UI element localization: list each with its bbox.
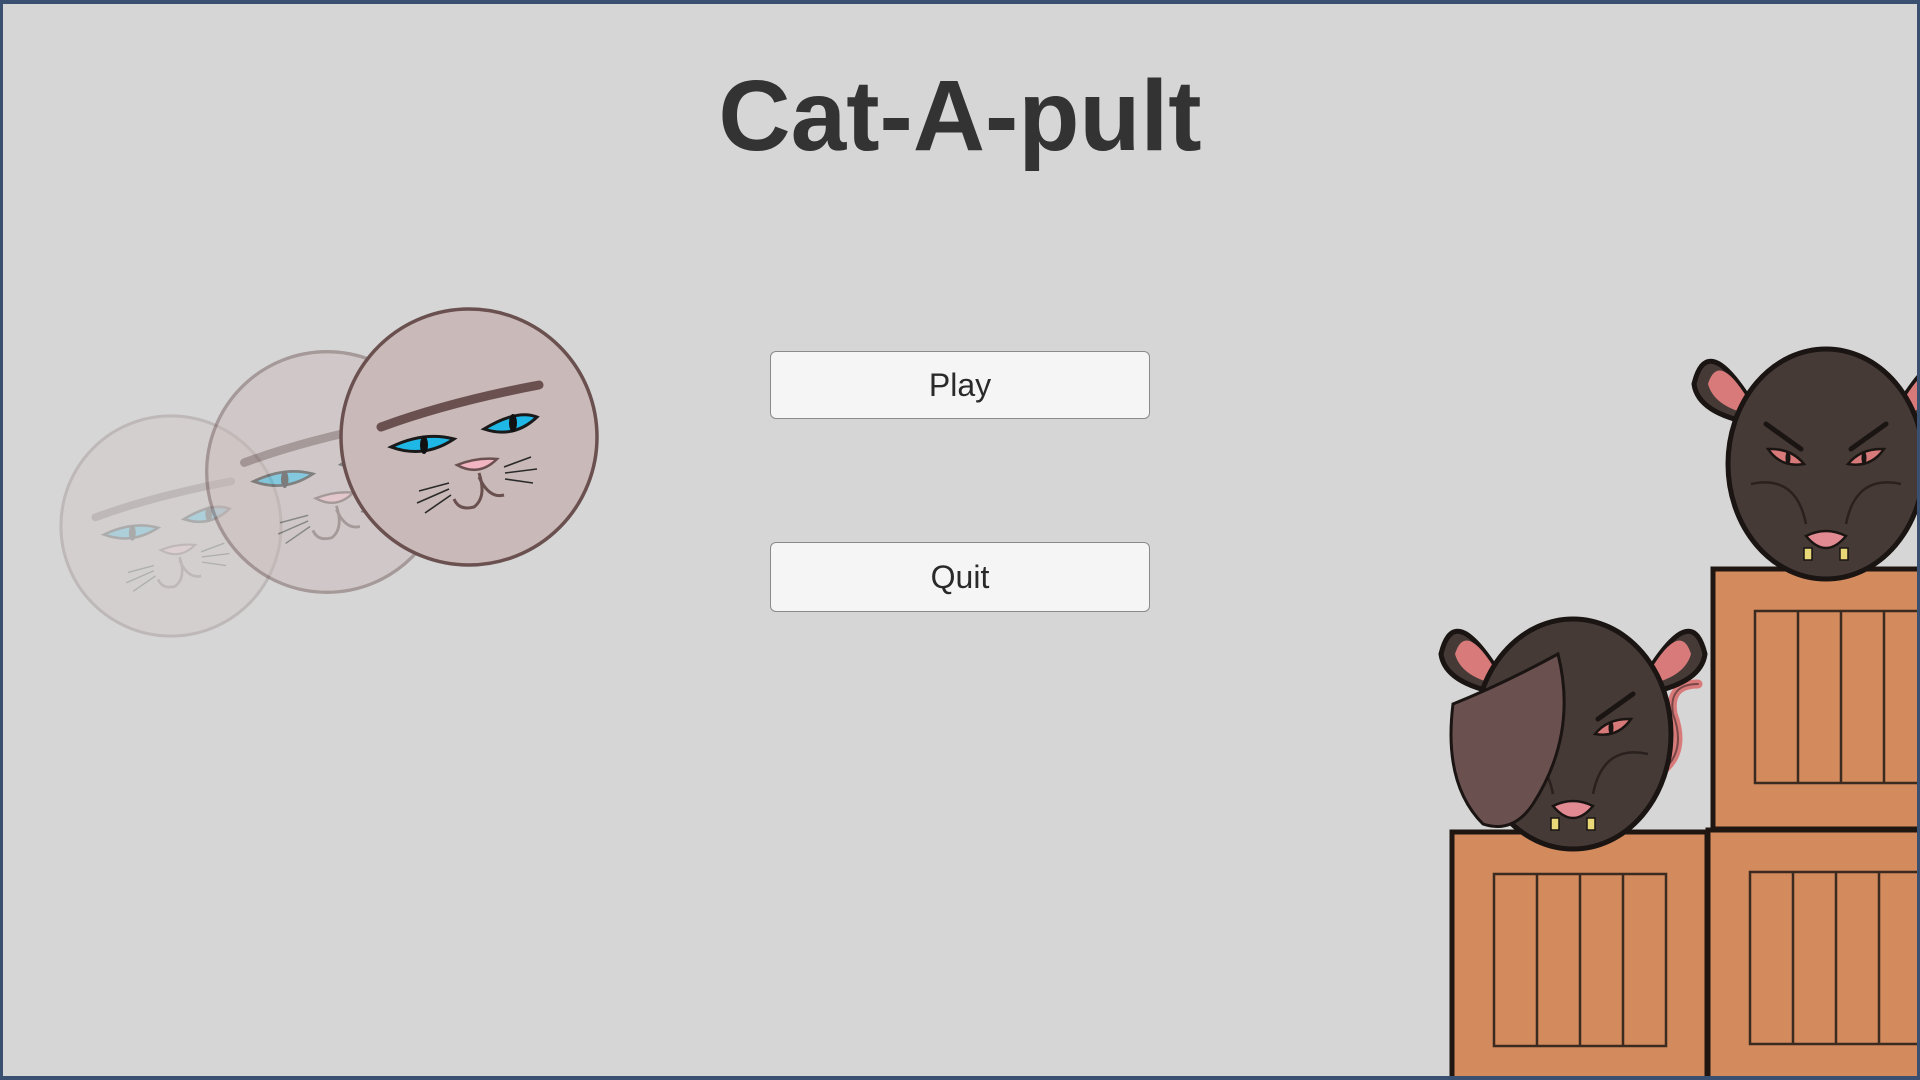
game-title: Cat-A-pult	[718, 60, 1202, 172]
quit-button[interactable]: Quit	[770, 542, 1150, 612]
crate-bottom-left	[1452, 832, 1707, 1076]
quit-button-label: Quit	[930, 558, 990, 595]
play-button-label: Play	[928, 366, 992, 403]
main-menu-screen: Cat-A-pult Play Quit	[3, 4, 1917, 1076]
rat-enemy-top	[1694, 349, 1917, 579]
crate-bottom-right	[1708, 830, 1917, 1076]
play-button[interactable]: Play	[770, 351, 1150, 419]
rat-enemy-with-shield	[1441, 619, 1705, 849]
crate-top-right	[1713, 569, 1917, 829]
cat-head	[341, 309, 597, 565]
